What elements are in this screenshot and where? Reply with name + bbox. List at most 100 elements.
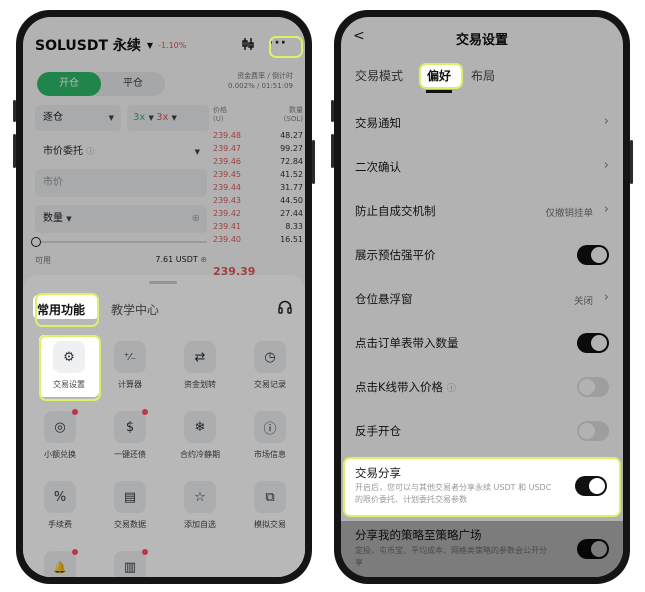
- function-item-repay[interactable]: $ 一键还债: [95, 409, 165, 460]
- close-tab[interactable]: 平仓: [101, 72, 165, 96]
- row-trade-notification[interactable]: 交易通知 ›: [341, 101, 623, 145]
- quantity-label: 数量: [43, 213, 63, 224]
- snowflake-icon: ❄: [184, 411, 216, 443]
- orderbook-row[interactable]: 239.48 48.27: [213, 131, 303, 144]
- toggle-reverse-position[interactable]: [577, 421, 609, 441]
- transfer-plus-icon[interactable]: ⊕: [200, 255, 207, 264]
- quantity-slider[interactable]: [31, 237, 207, 247]
- record-icon: ◷: [254, 341, 286, 373]
- function-item-calculator[interactable]: ⁺⁄₋ 计算器: [95, 341, 165, 390]
- badge-dot: [72, 409, 78, 415]
- left-screen: SOLUSDT 永续 ▼ -1.10% ··· 开仓 平仓 资金费率 / 倒计时…: [23, 17, 305, 577]
- symbol-title[interactable]: SOLUSDT 永续: [35, 35, 141, 55]
- quantity-input[interactable]: 数量 ▼ ⊕: [35, 205, 207, 233]
- function-item-demo-trading[interactable]: ⧉ 模拟交易: [235, 481, 305, 530]
- function-item-small-swap[interactable]: ◎ 小额兑换: [25, 409, 95, 460]
- function-item-chart[interactable]: ▥: [95, 549, 165, 577]
- orderbook-row[interactable]: 239.42 27.44: [213, 209, 303, 222]
- orderbook-row[interactable]: 239.44 31.77: [213, 183, 303, 196]
- price-input[interactable]: 市价: [35, 169, 207, 197]
- row-double-confirm[interactable]: 二次确认 ›: [341, 145, 623, 189]
- percent-icon: %: [44, 481, 76, 513]
- calculator-icon: ⁺⁄₋: [114, 341, 146, 373]
- repay-icon: $: [114, 409, 148, 443]
- function-item-trade-data[interactable]: ▤ 交易数据: [95, 481, 165, 530]
- toggle-share-strategy[interactable]: [577, 539, 609, 559]
- headset-icon[interactable]: [277, 299, 293, 315]
- margin-mode-select[interactable]: 逐仓 ▼: [35, 105, 121, 131]
- plus-circle-icon[interactable]: ⊕: [192, 205, 200, 233]
- margin-mode-value: 逐仓: [43, 112, 63, 123]
- chevron-down-icon[interactable]: ▼: [147, 41, 153, 50]
- orderbook: 239.48 48.27 239.47 99.27 239.46 72.84 239.…: [213, 131, 303, 248]
- ob-qty-header: 数量: [289, 106, 303, 114]
- tab-trade-mode[interactable]: 交易模式: [355, 67, 403, 84]
- toggle-kline-price[interactable]: [577, 377, 609, 397]
- more-button-highlight: [269, 36, 303, 58]
- nav-bar: < 交易设置: [341, 25, 623, 51]
- right-screen: < 交易设置 交易模式 偏好 布局 交易通知 › 二次确认 › 防止: [341, 17, 623, 577]
- data-icon: ▤: [114, 481, 146, 513]
- open-tab[interactable]: 开仓: [37, 72, 101, 96]
- strategy-label: 分享我的策略至策略广场: [355, 528, 482, 542]
- tab-learning-center[interactable]: 教学中心: [111, 301, 159, 318]
- trade-header: SOLUSDT 永续 ▼ -1.10% ···: [35, 33, 293, 57]
- row-self-trade-prevention[interactable]: 防止自成交机制 仅撤销挂单 ›: [341, 189, 623, 233]
- common-tab-highlight: [35, 293, 99, 327]
- strategy-desc: 定投、屯币宝、平均成本、网格类策略的参数会公开分享: [355, 546, 547, 567]
- row-orderbook-qty: 点击订单表带入数量: [341, 321, 623, 365]
- slider-knob[interactable]: [31, 237, 41, 247]
- available-value: 7.61 USDT: [155, 255, 198, 264]
- row-position-float[interactable]: 仓位悬浮窗 关闭 ›: [341, 277, 623, 321]
- open-close-switch: 开仓 平仓: [37, 72, 165, 96]
- orderbook-row[interactable]: 239.41 8.33: [213, 222, 303, 235]
- leverage-long: 3x: [133, 112, 146, 123]
- root: SOLUSDT 永续 ▼ -1.10% ··· 开仓 平仓 资金费率 / 倒计时…: [0, 0, 645, 592]
- function-item-fees[interactable]: % 手续费: [25, 481, 95, 530]
- ob-qty-unit: (SOL): [283, 115, 303, 123]
- badge-dot: [142, 549, 148, 555]
- funding-value: 0.002% / 01:51:09: [228, 82, 293, 90]
- order-type-select[interactable]: 市价委托 ⓘ ▼: [35, 139, 207, 165]
- tab-layout[interactable]: 布局: [471, 67, 495, 84]
- funding-info: 资金费率 / 倒计时 0.002% / 01:51:09: [228, 71, 293, 91]
- orderbook-row[interactable]: 239.43 44.50: [213, 196, 303, 209]
- order-type-value: 市价委托: [43, 146, 83, 157]
- available-label: 可用: [35, 256, 51, 265]
- funding-label: 资金费率 / 倒计时: [237, 72, 293, 80]
- function-item-transfer[interactable]: ⇄ 资金划转: [165, 341, 235, 390]
- chevron-right-icon: ›: [603, 202, 609, 217]
- chevron-right-icon: ›: [603, 114, 609, 129]
- preference-tab-highlight: [419, 63, 463, 89]
- function-item-trade-records[interactable]: ◷ 交易记录: [235, 341, 305, 390]
- toggle-orderbook-qty[interactable]: [577, 333, 609, 353]
- swap-small-icon: ◎: [44, 409, 78, 443]
- star-icon: ☆: [184, 481, 216, 513]
- bar-chart-icon: ▥: [114, 549, 148, 577]
- ob-price-unit: (U): [213, 115, 224, 123]
- info-icon[interactable]: ⓘ: [447, 384, 456, 394]
- function-item-cooldown[interactable]: ❄ 合约冷静期: [165, 411, 235, 460]
- leverage-short: 3x: [156, 112, 169, 123]
- available-balance: 可用 7.61 USDT ⊕: [35, 255, 207, 266]
- orderbook-row[interactable]: 239.45 41.52: [213, 170, 303, 183]
- row-share-strategy: 分享我的策略至策略广场 定投、屯币宝、平均成本、网格类策略的参数会公开分享: [341, 527, 623, 577]
- chart-settings-icon[interactable]: [241, 37, 255, 55]
- orderbook-row[interactable]: 239.40 16.51: [213, 235, 303, 248]
- dropdown-arrow-icon: ▼: [108, 114, 114, 122]
- toggle-show-liq-price[interactable]: [577, 245, 609, 265]
- function-item-alert[interactable]: 🔔: [25, 549, 95, 577]
- orderbook-header: 价格 (U) 数量 (SOL): [213, 105, 303, 123]
- function-item-add-favorite[interactable]: ☆ 添加自选: [165, 481, 235, 530]
- info-icon: ⓘ: [254, 411, 286, 443]
- leverage-select[interactable]: 3x ▼ 3x ▼: [127, 105, 209, 131]
- sheet-grabber[interactable]: [149, 281, 177, 284]
- orderbook-row[interactable]: 239.47 99.27: [213, 144, 303, 157]
- orderbook-row[interactable]: 239.46 72.84: [213, 157, 303, 170]
- trade-settings-highlight: [39, 335, 101, 401]
- chevron-right-icon: ›: [603, 158, 609, 173]
- row-kline-price: 点击K线带入价格 ⓘ: [341, 365, 623, 409]
- phone-right: < 交易设置 交易模式 偏好 布局 交易通知 › 二次确认 › 防止: [331, 10, 633, 584]
- function-item-market-info[interactable]: ⓘ 市场信息: [235, 411, 305, 460]
- page-title: 交易设置: [455, 33, 508, 48]
